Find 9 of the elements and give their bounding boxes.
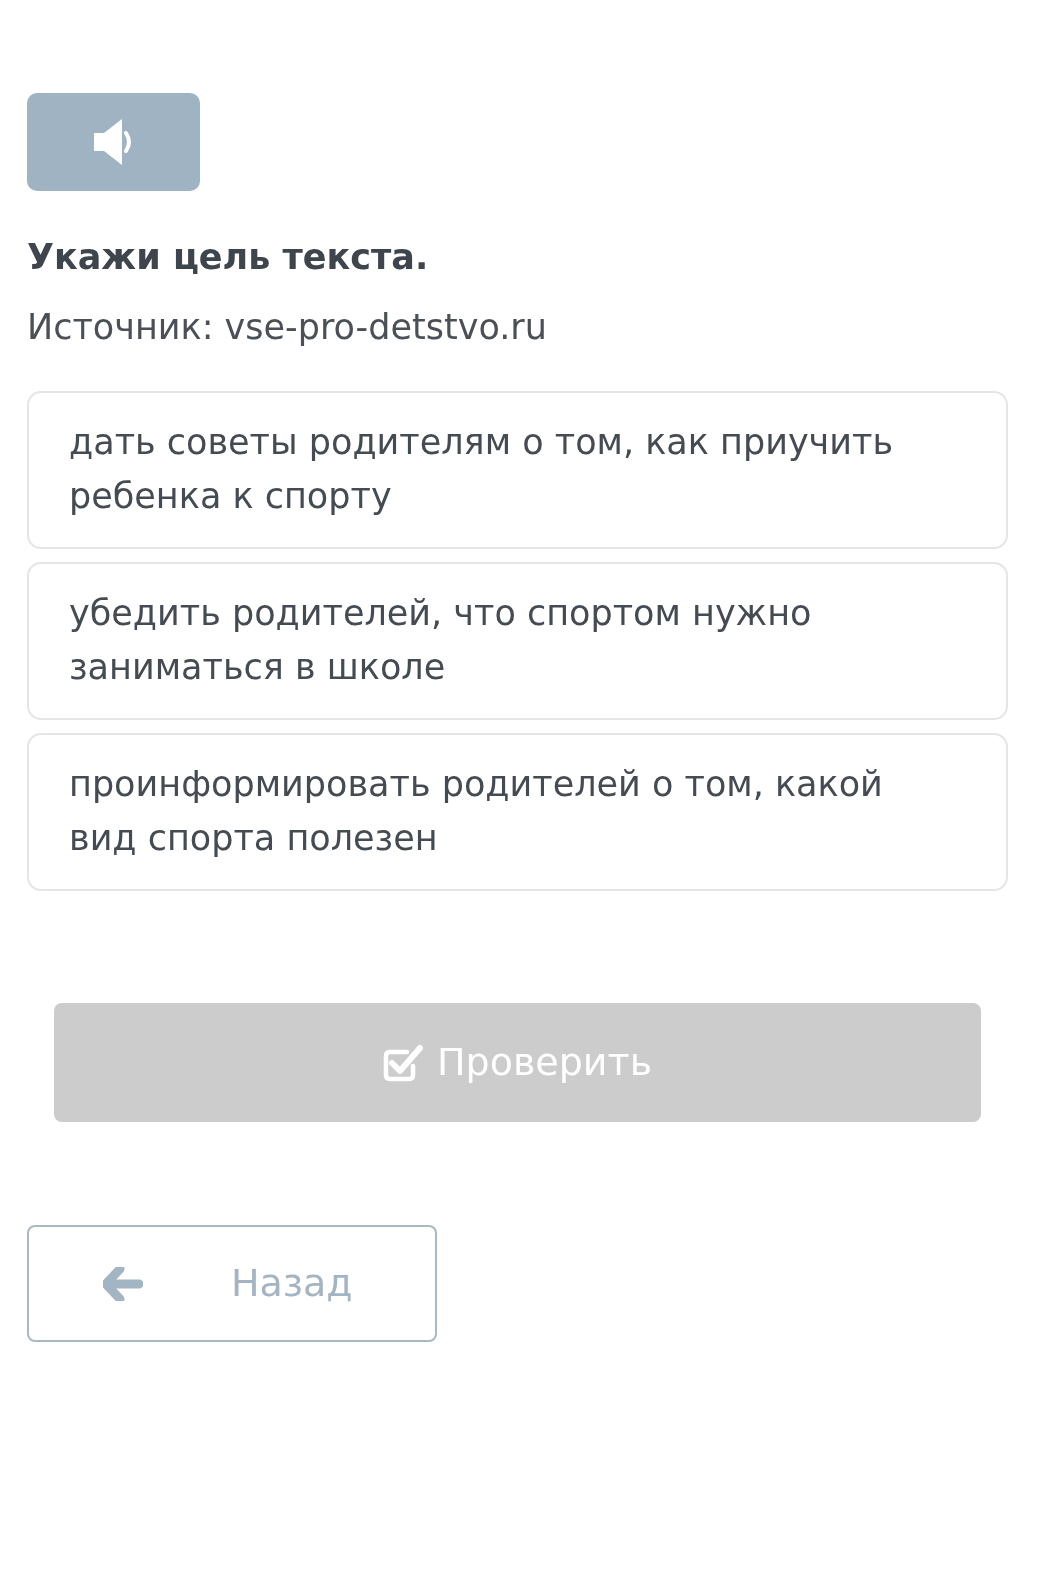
audio-button[interactable] (27, 93, 200, 191)
source-text: Источник: vse-pro-detstvo.ru (27, 306, 547, 349)
left-arrow-icon (103, 1266, 143, 1301)
answer-option[interactable]: убедить родителей, что спортом нужно заниматься в школе (27, 562, 1008, 720)
speaker-icon (93, 119, 134, 165)
question-prompt: Укажи цель текста. (27, 236, 429, 279)
checkbox-icon (382, 1043, 423, 1082)
answer-option[interactable]: дать советы родителям о том, как приучить ребенка к спорту (27, 391, 1008, 549)
answer-option[interactable]: проинформировать родителей о том, какой вид спорта полезен (27, 733, 1008, 891)
